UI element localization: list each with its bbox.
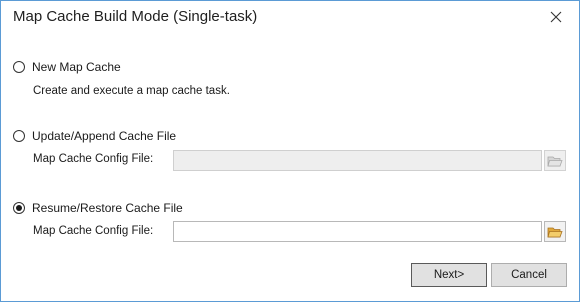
update-config-file-input <box>173 150 542 171</box>
folder-open-icon <box>547 227 563 237</box>
update-config-file-label: Map Cache Config File: <box>33 153 154 165</box>
update-browse-button <box>544 150 566 171</box>
close-icon <box>550 11 562 23</box>
new-map-cache-option[interactable]: New Map Cache <box>13 60 121 74</box>
next-button[interactable]: Next> <box>411 263 487 287</box>
dialog-title: Map Cache Build Mode (Single-task) <box>13 8 258 25</box>
resume-restore-option[interactable]: Resume/Restore Cache File <box>13 201 183 215</box>
new-map-cache-description: Create and execute a map cache task. <box>33 85 230 97</box>
dialog-content: New Map Cache Create and execute a map c… <box>1 45 579 255</box>
update-append-label: Update/Append Cache File <box>32 129 177 143</box>
new-map-cache-label: New Map Cache <box>32 60 121 74</box>
update-append-radio[interactable] <box>13 130 25 142</box>
close-button[interactable] <box>541 3 571 31</box>
new-map-cache-radio[interactable] <box>13 61 25 73</box>
map-cache-build-mode-dialog: Map Cache Build Mode (Single-task) New M… <box>0 0 580 302</box>
resume-restore-label: Resume/Restore Cache File <box>32 201 183 215</box>
title-bar: Map Cache Build Mode (Single-task) <box>1 1 579 33</box>
resume-browse-button[interactable] <box>544 221 566 242</box>
resume-config-file-input[interactable] <box>173 221 542 242</box>
resume-restore-radio[interactable] <box>13 202 25 214</box>
resume-config-file-label: Map Cache Config File: <box>33 225 154 237</box>
cancel-button[interactable]: Cancel <box>491 263 567 287</box>
update-append-option[interactable]: Update/Append Cache File <box>13 129 176 143</box>
folder-open-icon <box>547 156 563 166</box>
